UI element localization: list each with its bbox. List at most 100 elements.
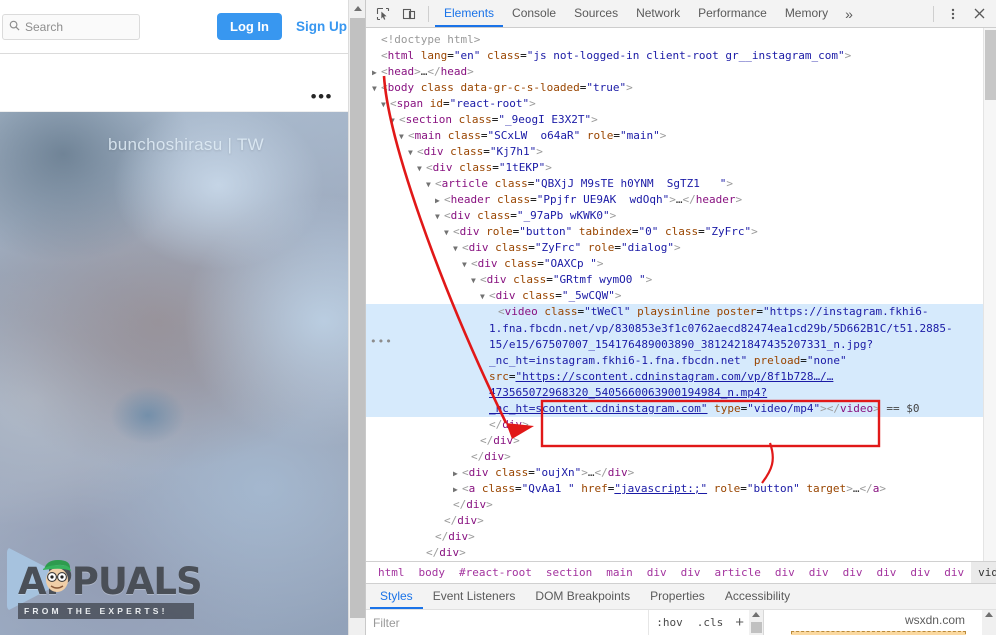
disclosure-triangle-icon[interactable]: ▼ (381, 97, 390, 113)
breadcrumb-item-8[interactable]: div (768, 562, 802, 584)
dom-node-line[interactable]: ▶<a class="QvAa1 " href="javascript:;" r… (366, 481, 996, 497)
tab-network[interactable]: Network (627, 0, 689, 27)
tab-elements[interactable]: Elements (435, 0, 503, 27)
post-options-button[interactable]: ••• (311, 88, 333, 105)
inspect-element-icon[interactable] (370, 1, 396, 27)
dom-node-line[interactable]: </div> (366, 433, 996, 449)
dom-tree[interactable]: <!doctype html> <html lang="en" class="j… (366, 28, 996, 561)
disclosure-triangle-icon[interactable] (372, 33, 381, 49)
dom-node-line[interactable]: </div> (366, 529, 996, 545)
instagram-video-player[interactable]: bunchoshirasu | TW APPUALS (0, 112, 352, 635)
sidebar-tab-event-listeners[interactable]: Event Listeners (423, 584, 526, 609)
sidebar-tab-properties[interactable]: Properties (640, 584, 715, 609)
dom-tree-scrollbar-thumb[interactable] (985, 30, 996, 100)
page-scrollbar[interactable] (348, 0, 365, 635)
dom-node-line[interactable]: ▶<header class="Ppjfr UE9AK wdOqh">…</he… (366, 192, 996, 208)
disclosure-triangle-icon[interactable] (480, 418, 489, 434)
breadcrumb-item-14[interactable]: video.tWeCl (971, 562, 996, 584)
disclosure-triangle-icon[interactable] (471, 434, 480, 450)
breadcrumb-item-3[interactable]: section (539, 562, 599, 584)
new-style-rule-button[interactable]: + (730, 610, 749, 635)
dom-node-line[interactable]: ▼<div class="Kj7h1"> (366, 144, 996, 160)
signup-link[interactable]: Sign Up (296, 19, 347, 34)
disclosure-triangle-icon[interactable]: ▼ (453, 241, 462, 257)
disclosure-triangle-icon[interactable]: ▼ (444, 225, 453, 241)
dom-node-line[interactable]: ▼<div class="OAXCp "> (366, 256, 996, 272)
tab-sources[interactable]: Sources (565, 0, 627, 27)
search-input[interactable]: Search (2, 14, 140, 40)
breadcrumb-item-5[interactable]: div (640, 562, 674, 584)
dom-node-line[interactable]: ▼<article class="QBXjJ M9sTE h0YNM SgTZ1… (366, 176, 996, 192)
styles-pane-scrollbar[interactable] (749, 610, 763, 635)
disclosure-triangle-icon[interactable]: ▶ (435, 193, 444, 209)
styles-filter-input[interactable]: Filter (366, 610, 649, 635)
device-toolbar-icon[interactable] (396, 1, 422, 27)
dom-node-line[interactable]: ▼<div class="_97aPb wKWK0"> (366, 208, 996, 224)
breadcrumb-item-13[interactable]: div (937, 562, 971, 584)
breadcrumb-item-4[interactable]: main (599, 562, 640, 584)
disclosure-triangle-icon[interactable]: ▶ (453, 482, 462, 498)
dom-node-line[interactable]: </div> (366, 497, 996, 513)
dom-node-ellipsis-badge[interactable]: ••• (370, 334, 393, 350)
dom-node-line[interactable]: ▼<div class="GRtmf wymO0 "> (366, 272, 996, 288)
dom-node-line[interactable]: ▼<main class="SCxLW o64aR" role="main"> (366, 128, 996, 144)
disclosure-triangle-icon[interactable]: ▼ (372, 81, 381, 97)
disclosure-triangle-icon[interactable]: ▼ (399, 129, 408, 145)
breadcrumb-item-9[interactable]: div (802, 562, 836, 584)
sidebar-tab-styles[interactable]: Styles (370, 584, 423, 609)
dom-node-line[interactable]: ▶<head>…</head> (366, 64, 996, 80)
disclosure-triangle-icon[interactable]: ▼ (408, 145, 417, 161)
disclosure-triangle-icon[interactable] (462, 450, 471, 466)
dom-node-line[interactable]: </div> (366, 513, 996, 529)
disclosure-triangle-icon[interactable] (444, 498, 453, 514)
tab-memory[interactable]: Memory (776, 0, 837, 27)
disclosure-triangle-icon[interactable]: ▶ (453, 466, 462, 482)
dom-node-line[interactable]: </div> (366, 417, 996, 433)
disclosure-triangle-icon[interactable]: ▼ (480, 289, 489, 305)
sidebar-tab-accessibility[interactable]: Accessibility (715, 584, 800, 609)
dom-node-line[interactable]: </div> (366, 545, 996, 561)
breadcrumb-item-1[interactable]: body (412, 562, 453, 584)
disclosure-triangle-icon[interactable] (372, 49, 381, 65)
dom-tree-scrollbar[interactable] (983, 28, 996, 561)
login-button[interactable]: Log In (217, 13, 282, 40)
breadcrumb-item-11[interactable]: div (869, 562, 903, 584)
dom-node-line[interactable]: ▼<div class="_5wCQW"> (366, 288, 996, 304)
disclosure-triangle-icon[interactable]: ▼ (390, 113, 399, 129)
dom-node-line[interactable]: ▼<div class="1tEKP"> (366, 160, 996, 176)
dom-node-line[interactable]: ▼<div class="ZyFrc" role="dialog"> (366, 240, 996, 256)
styles-scrollbar-thumb[interactable] (751, 622, 762, 633)
breadcrumb-item-12[interactable]: div (903, 562, 937, 584)
scroll-up-arrow-icon[interactable] (349, 0, 366, 17)
breadcrumb-item-7[interactable]: article (707, 562, 767, 584)
disclosure-triangle-icon[interactable]: ▼ (471, 273, 480, 289)
disclosure-triangle-icon[interactable]: ▼ (462, 257, 471, 273)
tab-performance[interactable]: Performance (689, 0, 776, 27)
computed-pane-scrollbar[interactable] (982, 610, 996, 635)
sidebar-tab-dom-breakpoints[interactable]: DOM Breakpoints (525, 584, 640, 609)
dom-node-line[interactable]: ▼<body class data-gr-c-s-loaded="true"> (366, 80, 996, 96)
more-tabs-icon[interactable]: » (837, 6, 861, 22)
computed-scroll-up-icon[interactable] (985, 612, 993, 617)
dom-node-video-selected[interactable]: <video class="tWeCl" playsinline poster=… (366, 304, 996, 417)
disclosure-triangle-icon[interactable] (417, 546, 426, 561)
hov-toggle-button[interactable]: :hov (649, 610, 690, 635)
disclosure-triangle-icon[interactable]: ▼ (417, 161, 426, 177)
disclosure-triangle-icon[interactable]: ▼ (426, 177, 435, 193)
breadcrumb-item-10[interactable]: div (836, 562, 870, 584)
disclosure-triangle-icon[interactable] (435, 514, 444, 530)
dom-node-line[interactable]: </div> (366, 449, 996, 465)
disclosure-triangle-icon[interactable] (426, 530, 435, 546)
disclosure-triangle-icon[interactable]: ▼ (435, 209, 444, 225)
dom-node-line[interactable]: <html lang="en" class="js not-logged-in … (366, 48, 996, 64)
dom-node-line[interactable]: ▼<div role="button" tabindex="0" class="… (366, 224, 996, 240)
cls-toggle-button[interactable]: .cls (690, 610, 731, 635)
tab-console[interactable]: Console (503, 0, 565, 27)
dom-node-line[interactable]: ▶<div class="oujXn">…</div> (366, 465, 996, 481)
dom-node-line[interactable]: ▼<span id="react-root"> (366, 96, 996, 112)
kebab-menu-icon[interactable] (940, 1, 966, 27)
dom-node-line[interactable]: ▼<section class="_9eogI E3X2T"> (366, 112, 996, 128)
disclosure-triangle-icon[interactable]: ▶ (372, 65, 381, 81)
close-icon[interactable] (966, 1, 992, 27)
page-scrollbar-thumb[interactable] (350, 18, 365, 618)
